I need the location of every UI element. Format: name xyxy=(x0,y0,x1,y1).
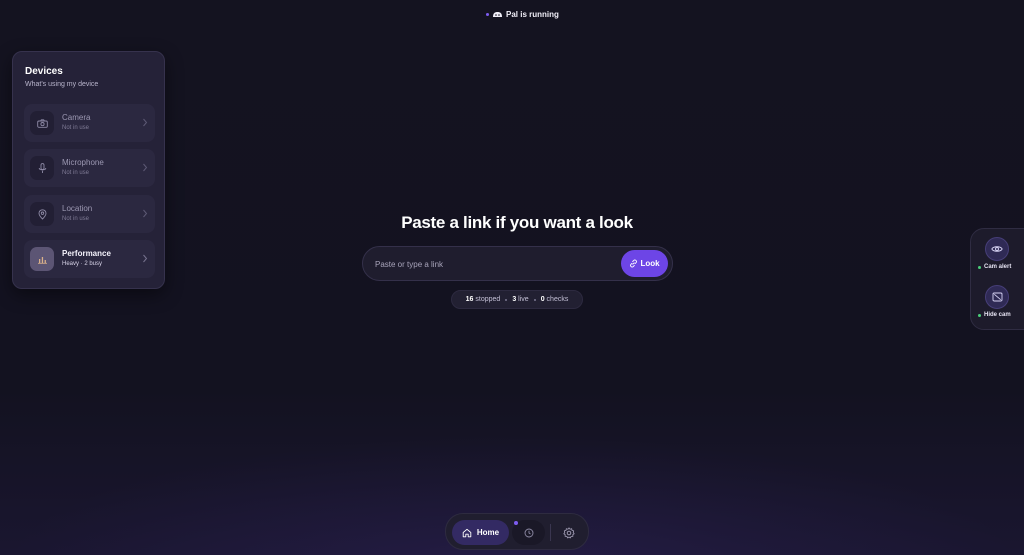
camera-icon xyxy=(30,111,54,135)
clock-icon xyxy=(524,528,533,537)
stat-live: 3 live xyxy=(512,296,528,303)
hide-cam-button[interactable] xyxy=(985,285,1009,309)
device-item-performance[interactable]: Performance Heavy · 2 busy xyxy=(24,240,155,278)
live-label: live xyxy=(518,296,529,303)
look-button-label: Look xyxy=(640,259,660,268)
notification-dot xyxy=(514,521,518,525)
hide-cam-label: Hide cam xyxy=(978,312,1011,318)
device-item-camera[interactable]: Camera Not in use xyxy=(24,104,155,142)
page-heading: Paste a link if you want a look xyxy=(401,213,633,232)
chevron-right-icon xyxy=(143,254,148,263)
stats-pill: 16 stopped 3 live 0 checks xyxy=(451,290,583,309)
separator-dot xyxy=(505,298,508,301)
online-dot xyxy=(978,313,981,317)
hide-camera-icon xyxy=(992,292,1002,302)
separator-dot xyxy=(533,298,536,301)
device-state: Heavy · 2 busy xyxy=(62,261,103,267)
device-state: Not in use xyxy=(62,125,90,131)
devices-panel: Devices What's using my device Camera No… xyxy=(12,51,165,289)
nav-settings[interactable] xyxy=(558,522,579,543)
checks-label: checks xyxy=(546,296,569,303)
checks-count: 0 xyxy=(540,296,545,303)
rail-label-text: Cam alert xyxy=(984,264,1012,270)
online-dot xyxy=(978,265,981,269)
pal-icon xyxy=(492,11,503,18)
device-name: Microphone xyxy=(62,158,104,167)
nav-divider xyxy=(550,524,551,541)
devices-subtitle: What's using my device xyxy=(25,81,99,88)
app-status: Pal is running xyxy=(486,8,559,20)
microphone-icon xyxy=(30,156,54,180)
status-dot xyxy=(486,12,489,16)
device-state: Not in use xyxy=(62,170,90,176)
device-name: Camera xyxy=(62,113,91,122)
link-icon xyxy=(630,259,638,268)
link-input[interactable] xyxy=(375,255,615,273)
stat-checks: 0 checks xyxy=(541,296,569,303)
stopped-count: 16 xyxy=(465,296,474,303)
status-text: Pal is running xyxy=(506,9,559,19)
performance-icon xyxy=(30,247,54,271)
home-icon xyxy=(462,528,472,537)
cam-alert-label: Cam alert xyxy=(978,264,1011,270)
right-rail: Cam alert Hide cam xyxy=(970,228,1024,330)
device-name: Location xyxy=(62,204,93,213)
bottom-nav: Home xyxy=(445,513,589,550)
stopped-label: stopped xyxy=(475,296,501,303)
devices-title: Devices xyxy=(25,66,63,77)
nav-home-label: Home xyxy=(476,528,500,537)
device-name: Performance xyxy=(62,249,111,258)
look-button[interactable]: Look xyxy=(621,250,668,277)
chevron-right-icon xyxy=(143,163,148,172)
gear-icon xyxy=(562,526,575,538)
rail-label-text: Hide cam xyxy=(984,312,1011,318)
eye-icon xyxy=(991,246,1003,252)
link-search-bar: Look xyxy=(362,246,673,281)
device-item-microphone[interactable]: Microphone Not in use xyxy=(24,149,155,187)
nav-home[interactable]: Home xyxy=(452,520,509,545)
stat-stopped: 16 stopped xyxy=(466,296,501,303)
cam-alert-button[interactable] xyxy=(985,237,1009,261)
chevron-right-icon xyxy=(143,118,148,127)
live-count: 3 xyxy=(512,296,517,303)
